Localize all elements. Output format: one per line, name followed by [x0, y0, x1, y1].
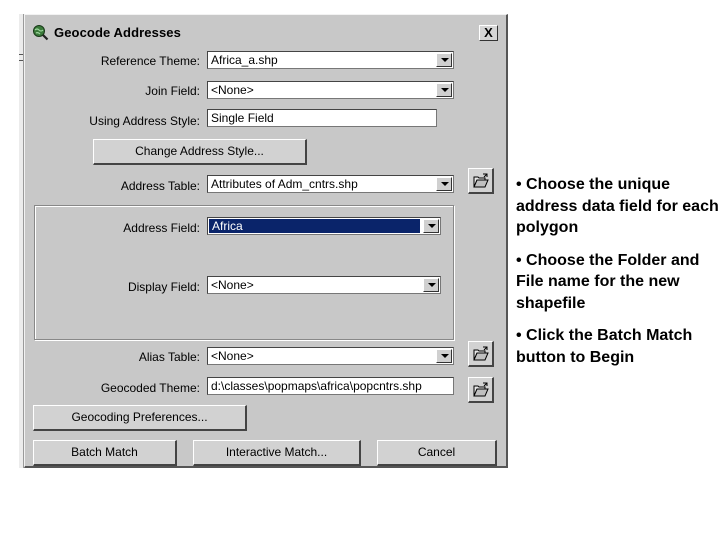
join-field-value: <None> [211, 83, 254, 97]
address-style-field: Single Field [207, 109, 437, 127]
browse-alias-table-button[interactable] [468, 341, 494, 367]
display-field-label: Display Field: [127, 280, 200, 294]
address-field-value: Africa [209, 219, 420, 233]
instruction-notes: • Choose the unique address data field f… [516, 174, 720, 379]
interactive-match-button[interactable]: Interactive Match... [193, 440, 361, 466]
alias-table-value: <None> [211, 349, 254, 363]
chevron-down-icon[interactable] [423, 278, 439, 292]
dialog-title: Geocode Addresses [54, 25, 181, 40]
note-choose-address-field: • Choose the unique address data field f… [516, 176, 719, 236]
reference-theme-select[interactable]: Africa_a.shp [207, 51, 454, 69]
geocoding-preferences-button[interactable]: Geocoding Preferences... [33, 405, 247, 431]
chevron-down-icon[interactable] [436, 177, 452, 191]
join-field-select[interactable]: <None> [207, 81, 454, 99]
geocoded-theme-label: Geocoded Theme: [100, 381, 200, 395]
batch-match-button[interactable]: Batch Match [33, 440, 177, 466]
chevron-down-icon[interactable] [436, 83, 452, 97]
join-field-label: Join Field: [145, 84, 200, 98]
address-style-value: Single Field [211, 111, 274, 125]
browse-geocoded-theme-button[interactable] [468, 377, 494, 403]
dialog-titlebar[interactable]: Geocode Addresses X [27, 17, 504, 47]
geocoded-theme-value: d:\classes\popmaps\africa\popcntrs.shp [211, 379, 422, 393]
change-address-style-button[interactable]: Change Address Style... [93, 139, 307, 165]
close-button[interactable]: X [479, 25, 498, 41]
address-field-select[interactable]: Africa [207, 217, 441, 235]
open-folder-icon [473, 382, 489, 397]
globe-search-icon [32, 24, 49, 41]
reference-theme-value: Africa_a.shp [211, 53, 278, 67]
open-folder-icon [473, 173, 489, 188]
address-style-label: Using Address Style: [89, 114, 200, 128]
chevron-down-icon[interactable] [423, 219, 439, 233]
note-choose-output-file: • Choose the Folder and File name for th… [516, 251, 700, 312]
address-table-label: Address Table: [120, 179, 200, 193]
chevron-down-icon[interactable] [436, 349, 452, 363]
open-folder-icon [473, 346, 489, 361]
geocoded-theme-field[interactable]: d:\classes\popmaps\africa\popcntrs.shp [207, 377, 454, 395]
cancel-button[interactable]: Cancel [377, 440, 497, 466]
alias-table-select[interactable]: <None> [207, 347, 454, 365]
note-click-batch-match: • Click the Batch Match button to Begin [516, 327, 693, 366]
chevron-down-icon[interactable] [436, 53, 452, 67]
display-field-select[interactable]: <None> [207, 276, 441, 294]
address-table-select[interactable]: Attributes of Adm_cntrs.shp [207, 175, 454, 193]
alias-table-label: Alias Table: [138, 350, 200, 364]
reference-theme-label: Reference Theme: [100, 54, 200, 68]
browse-address-table-button[interactable] [468, 168, 494, 194]
address-table-value: Attributes of Adm_cntrs.shp [211, 177, 358, 191]
address-field-label: Address Field: [123, 221, 200, 235]
geocode-addresses-dialog: Geocode Addresses X Reference Theme: Afr… [24, 14, 508, 468]
display-field-value: <None> [211, 278, 254, 292]
